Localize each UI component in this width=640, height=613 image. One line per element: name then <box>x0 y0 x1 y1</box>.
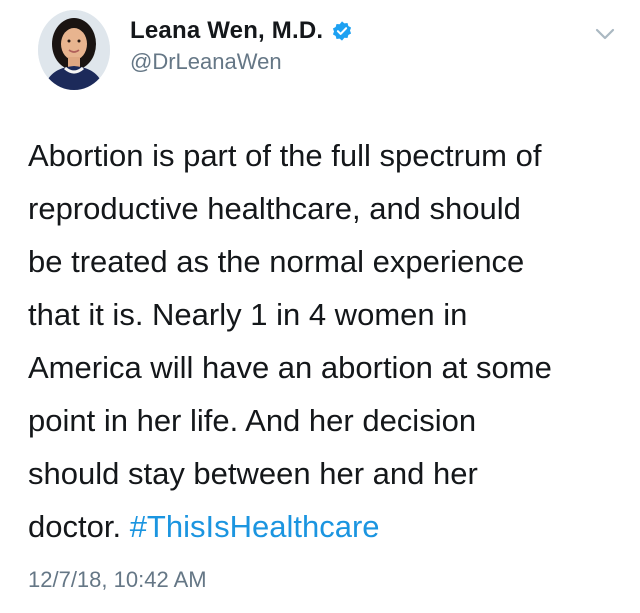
author-header: Leana Wen, M.D. <box>130 14 353 48</box>
tweet-text-last-line: doctor. #ThisIsHealthcare <box>28 500 618 553</box>
tweet-text-line: that it is. Nearly 1 in 4 women in <box>28 297 468 332</box>
author-handle[interactable]: @DrLeanaWen <box>130 49 282 75</box>
tweet-text-line: Abortion is part of the full spectrum of <box>28 138 542 173</box>
tweet-text-line: be treated as the normal experience <box>28 244 525 279</box>
tweet-text: Abortion is part of the full spectrum of… <box>28 129 618 553</box>
tweet-text-tail: doctor. <box>28 509 122 544</box>
display-name[interactable]: Leana Wen, M.D. <box>130 17 323 45</box>
avatar[interactable] <box>38 10 110 90</box>
tweet-text-line: point in her life. And her decision <box>28 403 477 438</box>
verified-badge-icon <box>331 20 353 42</box>
tweet-text-line: should stay between her and her <box>28 456 478 491</box>
tweet-text-line: America will have an abortion at some <box>28 350 552 385</box>
tweet-card: Leana Wen, M.D. @DrLeanaWen Abortion is … <box>0 0 640 613</box>
timestamp[interactable]: 12/7/18, 10:42 AM <box>28 567 207 593</box>
chevron-down-icon[interactable] <box>594 26 616 42</box>
tweet-text-line: reproductive healthcare, and should <box>28 191 521 226</box>
avatar-image <box>38 10 110 90</box>
hashtag-link[interactable]: #ThisIsHealthcare <box>130 509 380 544</box>
